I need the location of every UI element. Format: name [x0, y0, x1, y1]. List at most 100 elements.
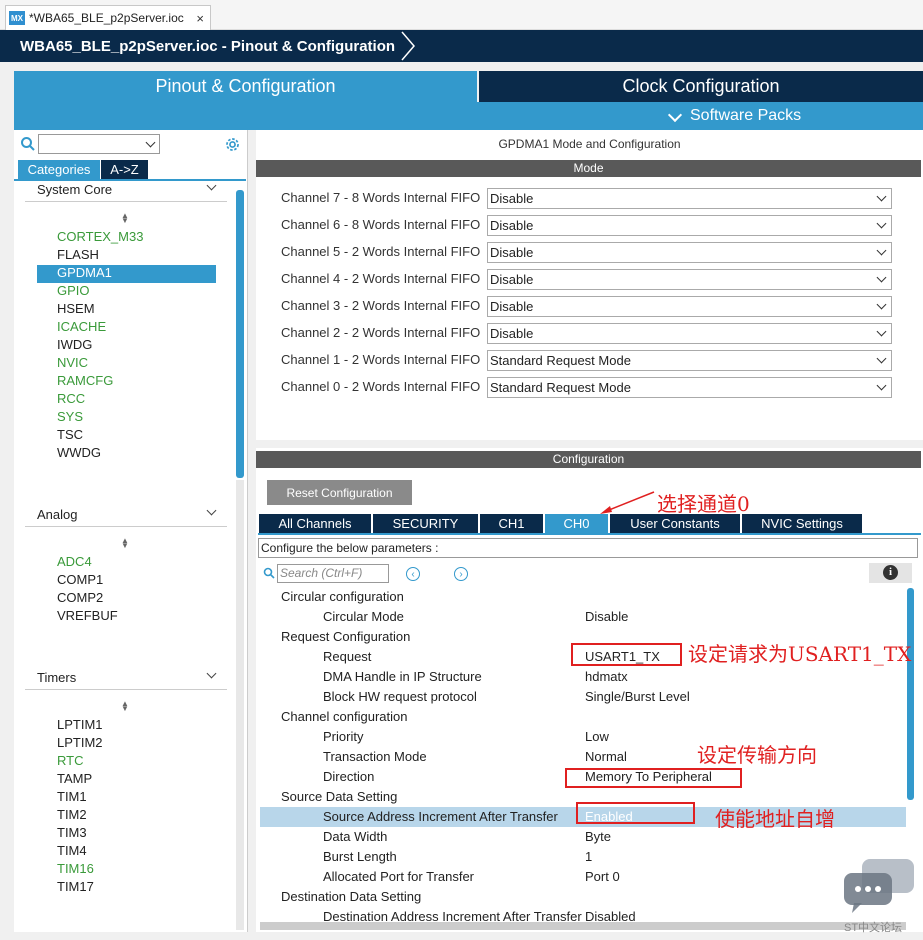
param-key: Block HW request protocol — [323, 689, 477, 704]
params-horizontal-scrollbar[interactable] — [260, 922, 906, 930]
category-item-vrefbuf[interactable]: VREFBUF — [57, 608, 118, 626]
category-item-cortex_m33[interactable]: CORTEX_M33 — [57, 229, 143, 247]
channel-mode-select[interactable]: Disable — [487, 323, 892, 344]
category-group-header[interactable]: Analog — [25, 505, 227, 527]
tab-all-channels[interactable]: All Channels — [259, 514, 372, 533]
category-item-gpdma1[interactable]: GPDMA1 — [37, 265, 216, 283]
tab-a-z[interactable]: A->Z — [101, 160, 148, 179]
software-packs-label: Software Packs — [690, 107, 802, 124]
param-row[interactable]: Allocated Port for Transfer Port 0 — [260, 867, 906, 887]
tab-categories[interactable]: Categories — [18, 160, 100, 179]
param-row[interactable]: DMA Handle in IP Structure hdmatx — [260, 667, 906, 687]
chevron-down-icon[interactable] — [876, 299, 887, 310]
param-row[interactable]: Burst Length 1 — [260, 847, 906, 867]
category-item-tsc[interactable]: TSC — [57, 427, 83, 445]
left-scrollbar[interactable] — [236, 190, 244, 478]
category-item-tim2[interactable]: TIM2 — [57, 807, 87, 825]
chevron-down-icon[interactable] — [206, 180, 217, 191]
tab-security[interactable]: SECURITY — [373, 514, 479, 533]
category-item-adc4[interactable]: ADC4 — [57, 554, 92, 572]
category-item-comp1[interactable]: COMP1 — [57, 572, 103, 590]
breadcrumb-item[interactable]: WBA65_BLE_p2pServer.ioc - Pinout & Confi… — [0, 30, 400, 62]
category-item-lptim2[interactable]: LPTIM2 — [57, 735, 103, 753]
category-item-rcc[interactable]: RCC — [57, 391, 85, 409]
gear-icon[interactable] — [224, 136, 241, 153]
tab-pinout-configuration[interactable]: Pinout & Configuration — [14, 71, 477, 102]
previous-icon[interactable]: ‹ — [406, 567, 420, 581]
param-row[interactable]: Circular Mode Disable — [260, 607, 906, 627]
param-key: Circular configuration — [281, 589, 404, 604]
chevron-down-icon[interactable] — [145, 137, 156, 148]
category-group-header[interactable]: Timers — [25, 668, 227, 690]
category-item-hsem[interactable]: HSEM — [57, 301, 95, 319]
reset-configuration-button[interactable]: Reset Configuration — [267, 480, 412, 505]
category-item-ramcfg[interactable]: RAMCFG — [57, 373, 113, 391]
category-item-tim3[interactable]: TIM3 — [57, 825, 87, 843]
chevron-down-icon[interactable] — [206, 505, 217, 516]
annotation-set-request: 设定请求为USART1_TX — [688, 642, 912, 666]
sort-icon[interactable]: ▲ ▼ — [121, 212, 129, 225]
param-group-header: Channel configuration — [260, 707, 906, 727]
category-item-nvic[interactable]: NVIC — [57, 355, 88, 373]
chevron-down-icon[interactable] — [876, 245, 887, 256]
file-tab[interactable]: MX *WBA65_BLE_p2pServer.ioc × — [5, 5, 211, 30]
tab-ch1[interactable]: CH1 — [480, 514, 544, 533]
channel-mode-select[interactable]: Disable — [487, 215, 892, 236]
category-item-tim16[interactable]: TIM16 — [57, 861, 94, 879]
category-item-tamp[interactable]: TAMP — [57, 771, 92, 789]
category-item-comp2[interactable]: COMP2 — [57, 590, 103, 608]
close-icon[interactable]: × — [196, 11, 204, 26]
category-item-wwdg[interactable]: WWDG — [57, 445, 101, 463]
channel-label: Channel 1 - 2 Words Internal FIFO — [281, 352, 481, 367]
sort-icon[interactable]: ▲ ▼ — [121, 537, 129, 550]
category-item-rtc[interactable]: RTC — [57, 753, 83, 771]
chevron-down-icon[interactable] — [876, 191, 887, 202]
request-highlight-box — [571, 643, 682, 666]
category-item-flash[interactable]: FLASH — [57, 247, 99, 265]
category-group-title: Timers — [37, 670, 77, 685]
channel-mode-select[interactable]: Disable — [487, 296, 892, 317]
category-item-iwdg[interactable]: IWDG — [57, 337, 92, 355]
category-item-lptim1[interactable]: LPTIM1 — [57, 717, 103, 735]
left-scrollbar-track[interactable] — [236, 480, 244, 930]
param-row[interactable]: Block HW request protocol Single/Burst Le… — [260, 687, 906, 707]
category-item-icache[interactable]: ICACHE — [57, 319, 106, 337]
chevron-down-icon[interactable] — [876, 353, 887, 364]
chevron-down-icon[interactable] — [876, 218, 887, 229]
next-icon[interactable]: › — [454, 567, 468, 581]
panel-splitter[interactable] — [256, 440, 923, 448]
category-item-sys[interactable]: SYS — [57, 409, 83, 427]
chevron-down-icon[interactable] — [206, 668, 217, 679]
channel-mode-select[interactable]: Standard Request Mode — [487, 377, 892, 398]
channel-mode-select[interactable]: Disable — [487, 242, 892, 263]
category-item-gpio[interactable]: GPIO — [57, 283, 90, 301]
chevron-down-icon[interactable] — [876, 326, 887, 337]
params-scrollbar[interactable] — [907, 588, 914, 800]
channel-label: Channel 2 - 2 Words Internal FIFO — [281, 325, 481, 340]
param-search-input[interactable]: Search (Ctrl+F) — [277, 564, 389, 583]
category-group-header[interactable]: System Core — [25, 180, 227, 202]
category-item-tim1[interactable]: TIM1 — [57, 789, 87, 807]
st-forum-watermark: ST中文论坛 — [840, 857, 920, 937]
category-item-tim4[interactable]: TIM4 — [57, 843, 87, 861]
channel-mode-select[interactable]: Disable — [487, 188, 892, 209]
category-item-tim17[interactable]: TIM17 — [57, 879, 94, 897]
category-search-input[interactable] — [38, 134, 160, 154]
software-packs-bar[interactable]: Software Packs — [14, 102, 923, 130]
param-key: Transaction Mode — [323, 749, 427, 764]
mode-config-title: GPDMA1 Mode and Configuration — [498, 137, 681, 151]
param-key: Source Data Setting — [281, 789, 398, 804]
channel-mode-select[interactable]: Disable — [487, 269, 892, 290]
sort-icon[interactable]: ▲ ▼ — [121, 700, 129, 713]
annotation-enable-increment: 使能地址自增 — [715, 807, 835, 831]
annotation-arrow — [600, 491, 655, 514]
tab-clock-configuration[interactable]: Clock Configuration — [479, 71, 923, 102]
increment-highlight-box — [576, 802, 695, 824]
info-button[interactable]: i — [869, 563, 912, 583]
tab-nvic-settings[interactable]: NVIC Settings — [742, 514, 863, 533]
chevron-down-icon[interactable] — [876, 272, 887, 283]
direction-highlight-box — [565, 768, 742, 788]
channel-mode-select[interactable]: Standard Request Mode — [487, 350, 892, 371]
chevron-down-icon[interactable] — [876, 380, 887, 391]
search-icon[interactable] — [20, 136, 36, 152]
